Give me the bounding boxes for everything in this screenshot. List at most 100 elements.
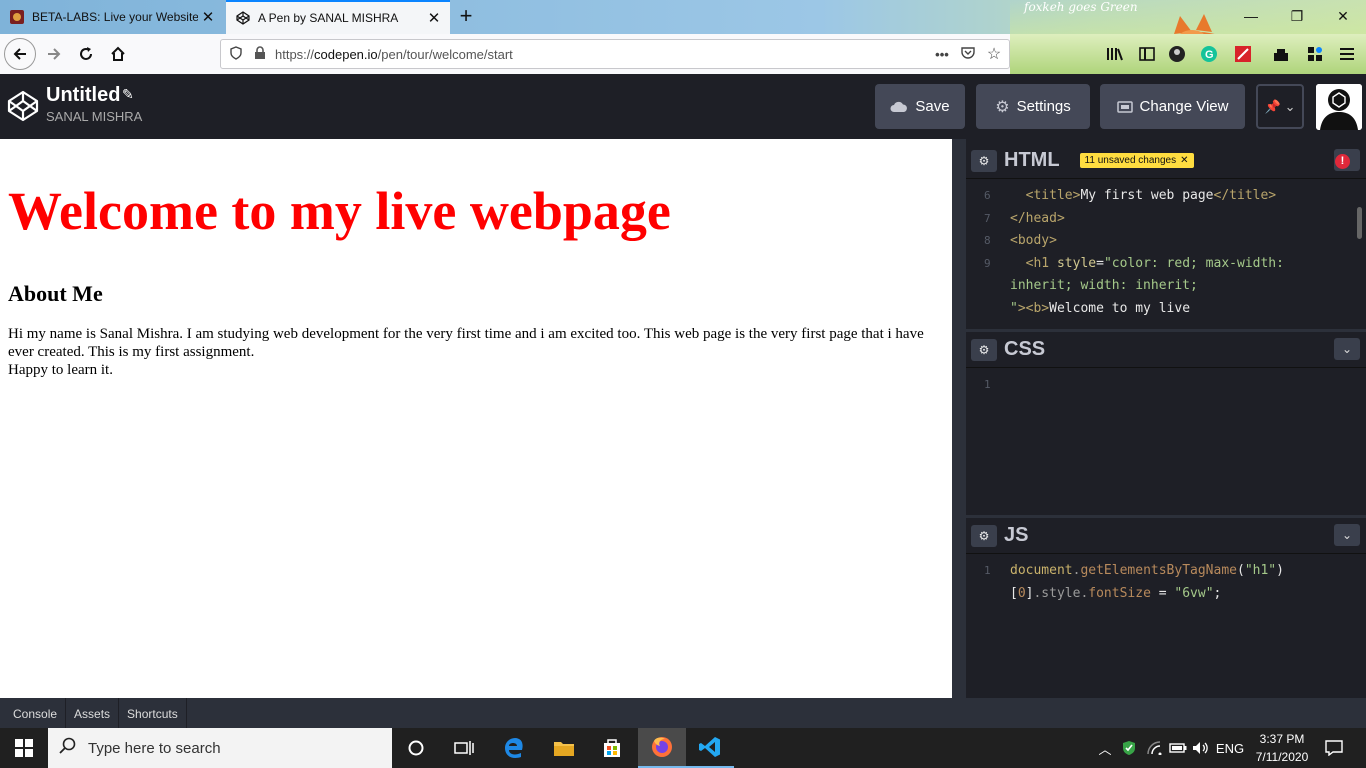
- bookmark-star-icon[interactable]: ☆: [985, 44, 1003, 64]
- language-indicator[interactable]: ENG: [1214, 728, 1246, 768]
- file-explorer-app[interactable]: [540, 728, 588, 768]
- home-icon: [111, 46, 125, 61]
- html-editor[interactable]: ⚙ HTML 11 unsaved changes ✕ ⌄ 6 <title>M…: [966, 143, 1366, 326]
- extensions-grid-icon[interactable]: [1304, 44, 1326, 64]
- menu-hamburger-icon[interactable]: [1336, 44, 1358, 64]
- chevron-down-icon[interactable]: ⌄: [1334, 524, 1360, 546]
- back-button[interactable]: [4, 38, 36, 70]
- task-view-button[interactable]: [440, 728, 488, 768]
- sidebar-icon[interactable]: [1136, 44, 1158, 64]
- save-button[interactable]: Save: [875, 84, 965, 129]
- forward-button[interactable]: [38, 38, 70, 70]
- code-text: inherit; width: inherit;: [1010, 278, 1198, 293]
- wifi-icon[interactable]: [1146, 728, 1166, 768]
- close-tab-icon[interactable]: ✕: [198, 8, 218, 26]
- js-code[interactable]: 1 document.getElementsByTagName("h1") [0]…: [966, 554, 1366, 605]
- code-line: "><b>Welcome to my live: [966, 298, 1366, 321]
- change-view-button[interactable]: Change View: [1100, 84, 1245, 129]
- js-editor-title: JS: [1004, 524, 1029, 546]
- library-icon[interactable]: [1104, 44, 1126, 64]
- pane-resize-divider[interactable]: [952, 139, 966, 698]
- show-hidden-icons-chevron-up-icon[interactable]: ︿: [1096, 728, 1114, 768]
- codepen-logo-icon[interactable]: [6, 89, 40, 123]
- new-tab-button[interactable]: +: [452, 3, 480, 31]
- close-icon[interactable]: ✕: [1180, 155, 1188, 166]
- user-avatar[interactable]: [1316, 84, 1362, 130]
- shortcuts-button[interactable]: Shortcuts: [119, 698, 187, 728]
- css-editor-header: ⚙ CSS ⌄: [966, 332, 1366, 368]
- windows-taskbar: Type here to search ︿ ENG 3:37 PM 7/11/2…: [0, 728, 1366, 768]
- restore-button[interactable]: ❐: [1282, 4, 1312, 28]
- color-picker-extension-icon[interactable]: [1232, 44, 1254, 64]
- arrow-right-icon: [48, 48, 61, 60]
- js-editor-header: ⚙ JS ⌄: [966, 518, 1366, 554]
- settings-label: Settings: [1016, 98, 1071, 115]
- pen-author[interactable]: SANAL MISHRA: [46, 109, 142, 124]
- close-tab-icon[interactable]: ✕: [424, 9, 444, 27]
- security-shield-icon[interactable]: [1120, 728, 1138, 768]
- reload-button[interactable]: [70, 38, 102, 70]
- css-code[interactable]: 1: [966, 368, 1366, 397]
- line-number: 1: [984, 378, 991, 391]
- edge-app[interactable]: [490, 728, 538, 768]
- taskbar-clock[interactable]: 3:37 PM 7/11/2020: [1246, 730, 1318, 766]
- code-text: document.getElementsByTagName("h1"): [1010, 563, 1284, 578]
- chevron-down-icon[interactable]: ⌄: [1334, 338, 1360, 360]
- pin-icon: 📌: [1264, 98, 1281, 114]
- pin-dropdown-button[interactable]: 📌 ⌄: [1256, 84, 1304, 129]
- store-bag-icon: [604, 739, 620, 757]
- vscode-app[interactable]: [686, 728, 734, 768]
- save-label: Save: [915, 98, 950, 115]
- minimize-button[interactable]: —: [1236, 4, 1266, 28]
- chevron-down-icon: ⌄: [1284, 98, 1296, 114]
- url-host: codepen.io: [314, 46, 378, 62]
- js-editor[interactable]: ⚙ JS ⌄ 1 document.getElementsByTagName("h…: [966, 515, 1366, 698]
- js-settings-gear-icon[interactable]: ⚙: [971, 524, 997, 547]
- url-prefix: https://: [275, 46, 315, 62]
- shield-icon[interactable]: [227, 45, 245, 63]
- line-number: 8: [984, 234, 991, 247]
- firefox-app[interactable]: [638, 728, 686, 768]
- console-button[interactable]: Console: [0, 698, 67, 728]
- action-center-icon[interactable]: [1320, 728, 1348, 768]
- unsaved-changes-badge[interactable]: 11 unsaved changes ✕: [1079, 153, 1194, 168]
- pencil-icon[interactable]: ✎: [122, 86, 134, 103]
- html-scrollbar[interactable]: [1357, 207, 1362, 239]
- html-editor-title: HTML: [1004, 149, 1060, 171]
- page-actions-icon[interactable]: •••: [933, 47, 951, 62]
- line-number: 1: [984, 564, 991, 577]
- error-icon[interactable]: !: [1335, 154, 1350, 169]
- extension-icon[interactable]: [1270, 44, 1292, 64]
- html-settings-gear-icon[interactable]: ⚙: [971, 149, 997, 172]
- svg-text:G: G: [1205, 49, 1214, 61]
- code-line: 8 <body>: [966, 230, 1366, 253]
- pocket-icon[interactable]: [959, 46, 977, 62]
- account-icon[interactable]: [1166, 44, 1188, 64]
- url-bar[interactable]: https://codepen.io/pen/tour/welcome/star…: [220, 39, 1010, 69]
- arrow-left-icon: [13, 48, 26, 60]
- battery-icon[interactable]: [1168, 728, 1188, 768]
- home-button[interactable]: [102, 38, 134, 70]
- settings-button[interactable]: ⚙ Settings: [976, 84, 1090, 129]
- pen-title[interactable]: Untitled: [46, 84, 120, 107]
- lock-icon[interactable]: [251, 45, 269, 63]
- url-path: /pen/tour/welcome/start: [377, 46, 513, 62]
- store-app[interactable]: [588, 728, 636, 768]
- grammarly-icon[interactable]: G: [1198, 44, 1220, 64]
- tab-codepen[interactable]: A Pen by SANAL MISHRA ✕: [226, 0, 450, 34]
- search-icon: [48, 737, 88, 760]
- taskbar-search-box[interactable]: Type here to search: [48, 728, 392, 768]
- theme-text: foxkeh goes Green: [1024, 0, 1138, 14]
- start-button[interactable]: [0, 728, 48, 768]
- html-code[interactable]: 6 <title>My first web page</title> 7 </he…: [966, 179, 1366, 320]
- css-editor[interactable]: ⚙ CSS ⌄ 1: [966, 329, 1366, 512]
- close-window-button[interactable]: ✕: [1328, 4, 1358, 28]
- tab-beta-labs[interactable]: BETA-LABS: Live your Website w ✕: [0, 0, 224, 34]
- volume-icon[interactable]: [1190, 728, 1212, 768]
- cortana-button[interactable]: [392, 728, 440, 768]
- assets-button[interactable]: Assets: [66, 698, 120, 728]
- codepen-bottom-bar: Console Assets Shortcuts: [0, 698, 1366, 728]
- line-number: [966, 298, 1010, 321]
- tab-title: BETA-LABS: Live your Website w: [32, 10, 198, 24]
- css-settings-gear-icon[interactable]: ⚙: [971, 338, 997, 361]
